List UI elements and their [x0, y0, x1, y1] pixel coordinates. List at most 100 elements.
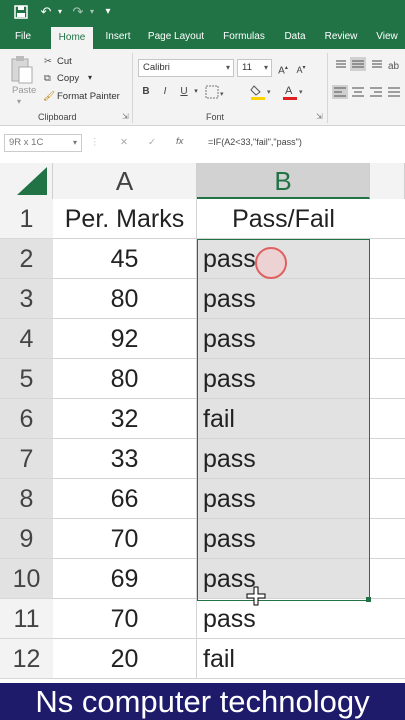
- empty-cell[interactable]: [370, 639, 405, 679]
- result-cell[interactable]: fail: [197, 399, 370, 439]
- undo-dropdown-icon[interactable]: ▾: [55, 3, 65, 21]
- paste-icon[interactable]: [10, 55, 34, 85]
- cut-button[interactable]: Cut: [57, 56, 72, 67]
- copy-dropdown-icon[interactable]: ▾: [88, 73, 92, 82]
- tab-page-layout[interactable]: Page Layout: [145, 25, 207, 49]
- svg-text:A: A: [285, 85, 293, 97]
- svg-text:ab: ab: [388, 61, 400, 72]
- tab-home[interactable]: Home: [51, 27, 93, 49]
- empty-cell[interactable]: [370, 279, 405, 319]
- header-cell[interactable]: Pass/Fail: [197, 199, 370, 239]
- fill-handle[interactable]: [366, 597, 371, 602]
- column-header-b[interactable]: B: [197, 163, 370, 199]
- header-cell[interactable]: Per. Marks: [53, 199, 197, 239]
- cancel-icon[interactable]: ✕: [120, 137, 128, 148]
- row-header[interactable]: 11: [0, 599, 53, 639]
- marks-cell[interactable]: 92: [53, 319, 197, 359]
- marks-cell[interactable]: 66: [53, 479, 197, 519]
- font-launcher-icon[interactable]: ⇲: [316, 112, 323, 121]
- font-name-select[interactable]: Calibri ▾: [138, 59, 234, 77]
- bold-icon[interactable]: B: [139, 85, 153, 99]
- row-header[interactable]: 10: [0, 559, 53, 599]
- font-group-label: Font: [206, 112, 225, 122]
- result-cell[interactable]: pass: [197, 479, 370, 519]
- tab-file[interactable]: File: [6, 25, 40, 49]
- empty-cell[interactable]: [370, 479, 405, 519]
- result-cell[interactable]: pass: [197, 319, 370, 359]
- marks-cell[interactable]: 32: [53, 399, 197, 439]
- result-cell[interactable]: pass: [197, 359, 370, 399]
- select-all-corner[interactable]: [0, 163, 53, 199]
- decrease-font-size-icon[interactable]: A▾: [294, 61, 308, 77]
- name-box[interactable]: 9R x 1C ▾: [4, 134, 82, 152]
- fill-color-icon[interactable]: ▾: [250, 83, 274, 101]
- svg-text:▾: ▾: [299, 89, 303, 96]
- marks-cell[interactable]: 69: [53, 559, 197, 599]
- underline-icon[interactable]: U: [177, 85, 191, 99]
- empty-cell[interactable]: [370, 559, 405, 599]
- paste-label[interactable]: Paste: [12, 85, 36, 96]
- redo-dropdown-icon[interactable]: ▾: [87, 3, 97, 21]
- redo-icon[interactable]: ↷: [70, 3, 86, 21]
- empty-cell[interactable]: [370, 599, 405, 639]
- empty-cell[interactable]: [370, 359, 405, 399]
- row-header[interactable]: 7: [0, 439, 53, 479]
- empty-cell[interactable]: [370, 519, 405, 559]
- marks-cell[interactable]: 45: [53, 239, 197, 279]
- row-header[interactable]: 12: [0, 639, 53, 679]
- marks-cell[interactable]: 80: [53, 279, 197, 319]
- font-size-select[interactable]: 11 ▾: [237, 59, 272, 77]
- result-cell[interactable]: pass: [197, 519, 370, 559]
- paste-dropdown-icon[interactable]: ▾: [17, 97, 21, 106]
- clipboard-launcher-icon[interactable]: ⇲: [122, 112, 129, 121]
- result-cell[interactable]: pass: [197, 279, 370, 319]
- formula-input[interactable]: =IF(A2<33,"fail","pass"): [208, 137, 302, 147]
- format-painter-button[interactable]: Format Painter: [57, 91, 120, 102]
- result-cell[interactable]: pass: [197, 439, 370, 479]
- borders-icon[interactable]: ▾: [205, 85, 227, 99]
- copy-icon[interactable]: ⧉: [44, 73, 51, 84]
- row-header[interactable]: 1: [0, 199, 53, 239]
- tab-view[interactable]: View: [372, 25, 402, 49]
- empty-cell[interactable]: [370, 199, 405, 239]
- result-cell[interactable]: pass: [197, 559, 370, 599]
- marks-cell[interactable]: 20: [53, 639, 197, 679]
- row-header[interactable]: 9: [0, 519, 53, 559]
- enter-icon[interactable]: ✓: [148, 137, 156, 148]
- tab-review[interactable]: Review: [320, 25, 362, 49]
- customize-toolbar-icon[interactable]: ▾: [102, 3, 114, 21]
- marks-cell[interactable]: 80: [53, 359, 197, 399]
- result-cell[interactable]: fail: [197, 639, 370, 679]
- tab-formulas[interactable]: Formulas: [219, 25, 269, 49]
- font-color-icon[interactable]: A ▾: [282, 83, 306, 101]
- result-cell[interactable]: pass: [197, 599, 370, 639]
- insert-function-icon[interactable]: fx: [176, 136, 183, 147]
- format-painter-icon[interactable]: 🖌: [43, 91, 55, 102]
- save-icon[interactable]: [12, 3, 30, 21]
- row-header[interactable]: 4: [0, 319, 53, 359]
- worksheet-grid: A B 1 Per. Marks Pass/Fail 2 45 pass 3 80 pass 4 9…: [0, 163, 405, 683]
- underline-dropdown-icon[interactable]: ▾: [192, 85, 200, 99]
- italic-icon[interactable]: I: [158, 85, 172, 99]
- row-header[interactable]: 6: [0, 399, 53, 439]
- undo-icon[interactable]: ↶: [38, 3, 54, 21]
- row-header[interactable]: 5: [0, 359, 53, 399]
- font-size-value: 11: [242, 62, 252, 73]
- empty-cell[interactable]: [370, 319, 405, 359]
- empty-cell[interactable]: [370, 439, 405, 479]
- empty-cell[interactable]: [370, 239, 405, 279]
- copy-button[interactable]: Copy: [57, 73, 79, 84]
- column-header-a[interactable]: A: [53, 163, 197, 199]
- row-header[interactable]: 3: [0, 279, 53, 319]
- empty-cell[interactable]: [370, 399, 405, 439]
- column-header-c[interactable]: [370, 163, 405, 199]
- marks-cell[interactable]: 70: [53, 599, 197, 639]
- cut-icon[interactable]: ✂: [44, 56, 52, 67]
- marks-cell[interactable]: 70: [53, 519, 197, 559]
- tab-data[interactable]: Data: [280, 25, 310, 49]
- marks-cell[interactable]: 33: [53, 439, 197, 479]
- row-header[interactable]: 8: [0, 479, 53, 519]
- tab-insert[interactable]: Insert: [99, 25, 137, 49]
- increase-font-size-icon[interactable]: A▴: [276, 61, 290, 78]
- row-header[interactable]: 2: [0, 239, 53, 279]
